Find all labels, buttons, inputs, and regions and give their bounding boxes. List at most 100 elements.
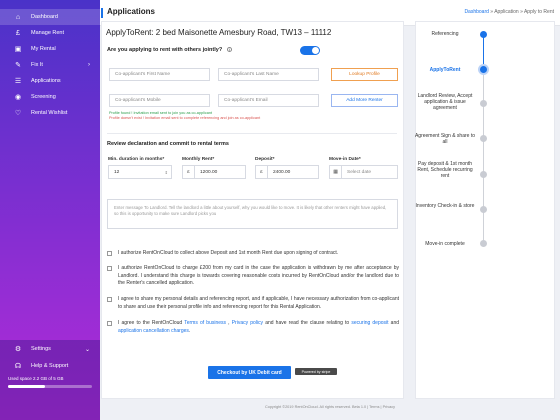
property-title: ApplyToRent: 2 bed Maisonette Amesbury R…: [106, 28, 332, 37]
sidebar-item-applications[interactable]: ☰ Applications: [0, 73, 100, 89]
profile-found-note: Profile found ! Invitation email sent to…: [109, 111, 212, 115]
required-asterisk: *: [272, 157, 275, 162]
stepper-arrows-icon[interactable]: ⇕: [165, 170, 168, 175]
powered-by-stripe-badge: Powered by stripe: [295, 368, 337, 375]
timeline-step-landlord-review: Landlord Review, Accept application & is…: [417, 93, 473, 111]
timeline-dot-move-in: [480, 240, 487, 247]
move-in-date-label-text: Move-in Date: [329, 157, 359, 162]
breadcrumb-current: Apply to Rent: [523, 9, 554, 15]
declaration-cancellation-checkbox[interactable]: [107, 266, 112, 271]
currency-prefix: £: [183, 166, 195, 178]
timeline-dot-pay-deposit: [480, 171, 487, 178]
securing-deposit-link[interactable]: securing deposit: [351, 320, 388, 326]
checkout-debit-card-button[interactable]: Checkout by UK Debit card: [208, 366, 291, 379]
joint-application-toggle[interactable]: [300, 46, 320, 55]
move-in-date-input[interactable]: ▦ Select date: [329, 165, 398, 179]
required-asterisk: *: [162, 157, 165, 162]
min-duration-input[interactable]: 12 ⇕: [108, 165, 172, 179]
sidebar-item-label: Fix It: [31, 62, 43, 68]
joint-application-question: Are you applying to rent with others joi…: [107, 47, 232, 53]
sidebar-item-my-rental[interactable]: ▣ My Rental: [0, 41, 100, 57]
required-asterisk: *: [358, 157, 361, 162]
sidebar-item-label: Manage Rent: [31, 30, 65, 36]
move-in-date-placeholder: Select date: [347, 169, 372, 175]
info-icon[interactable]: i: [226, 47, 232, 53]
privacy-policy-link[interactable]: Privacy policy: [232, 320, 263, 326]
sidebar-item-help[interactable]: ☊ Help & Support: [0, 358, 100, 374]
timeline-dot-agreement-sign: [480, 135, 487, 142]
house-icon: ▣: [14, 45, 22, 53]
sidebar-item-manage-rent[interactable]: £ Manage Rent: [0, 25, 100, 41]
screening-icon: ◉: [14, 93, 22, 101]
breadcrumb-dashboard[interactable]: Dashboard: [464, 9, 488, 15]
gear-icon: ⚙: [14, 345, 22, 353]
sidebar-item-rental-wishlist[interactable]: ♡ Rental Wishlist: [0, 105, 100, 121]
cancellation-charges-link[interactable]: application cancellation charges: [118, 328, 189, 334]
timeline-step-pay-deposit: Pay deposit & 1st month Rent, Schedule r…: [417, 161, 473, 179]
sidebar-item-label: My Rental: [31, 46, 56, 52]
lookup-profile-button[interactable]: Lookup Profile: [331, 68, 398, 81]
sidebar-item-settings[interactable]: ⚙ Settings ⌄: [0, 341, 100, 357]
coapplicant-mobile-input[interactable]: Co-applicant's Mobile: [109, 94, 210, 107]
terms-text: and have read the clause relating to: [263, 320, 352, 326]
declaration-share-text: I agree to share my personal details and…: [118, 296, 399, 310]
sidebar-item-label: Dashboard: [31, 14, 58, 20]
sidebar-item-label: Rental Wishlist: [31, 110, 68, 116]
calendar-icon[interactable]: ▦: [330, 166, 342, 178]
pound-icon: £: [16, 29, 20, 37]
min-duration-label: Min. duration in months*: [108, 157, 164, 162]
sidebar-item-screening[interactable]: ◉ Screening: [0, 89, 100, 105]
copyright-footer: Copyright ©2019 RentOnCloud. All rights …: [264, 405, 396, 409]
terms-text: I agree to the RentOnCloud: [118, 320, 185, 326]
add-more-renter-button[interactable]: Add More Renter: [331, 94, 398, 107]
message-to-landlord-textarea[interactable]: Enter message To Landlord. Tell the land…: [107, 199, 398, 229]
coapplicant-email-input[interactable]: Co-applicant's Email: [218, 94, 319, 107]
deposit-label: Deposit*: [255, 157, 274, 162]
move-in-date-label: Move-in Date*: [329, 157, 361, 162]
breadcrumb-application[interactable]: Application: [494, 9, 518, 15]
timeline-dot-referencing: [480, 31, 487, 38]
sidebar-item-label: Settings: [31, 346, 51, 352]
sidebar-item-label: Screening: [31, 94, 56, 100]
min-duration-label-text: Min. duration in months: [108, 157, 163, 162]
timeline-step-referencing: Referencing: [431, 31, 459, 37]
coapplicant-last-name-input[interactable]: Co-applicant's Last Name: [218, 68, 319, 81]
breadcrumb-separator: »: [520, 9, 523, 15]
terms-text: and: [388, 320, 400, 326]
declaration-deposit-checkbox[interactable]: [107, 251, 112, 256]
profile-not-found-note: Profile doesn't exist ! Invitation email…: [109, 116, 261, 120]
monthly-rent-input[interactable]: £ 1200.00: [182, 165, 246, 179]
declaration-share-checkbox[interactable]: [107, 297, 112, 302]
monthly-rent-value: 1200.00: [200, 169, 218, 175]
monthly-rent-label-text: Monthly Rent: [182, 157, 213, 162]
declaration-terms-text: I agree to the RentOnCloud Terms of busi…: [118, 320, 399, 335]
timeline-dot-inventory: [480, 206, 487, 213]
section-divider: [107, 133, 397, 134]
declaration-terms-checkbox[interactable]: [107, 321, 112, 326]
timeline-dot-applytorent: [480, 66, 487, 73]
chevron-down-icon: ⌄: [84, 346, 90, 353]
terms-text: .: [188, 327, 191, 334]
breadcrumb-separator: »: [490, 9, 494, 15]
declaration-section-title: Review declaration and commit to rental …: [107, 141, 229, 147]
wrench-icon: ✎: [15, 61, 21, 69]
chevron-right-icon: ›: [88, 62, 90, 68]
sidebar-item-label: Applications: [31, 78, 61, 84]
storage-quota-text: Used space 2.2 GB of 5 GB: [8, 376, 64, 381]
header-accent-bar: [101, 8, 103, 18]
headset-icon: ☊: [14, 362, 22, 370]
sidebar-item-fix-it[interactable]: ✎ Fix It ›: [0, 57, 100, 73]
timeline-step-agreement-sign: Agreement Sign & share to all: [414, 133, 476, 145]
timeline-step-inventory: Inventory Check-in & store: [415, 203, 475, 209]
coapplicant-first-name-input[interactable]: Co-applicant's First Name: [109, 68, 210, 81]
required-asterisk: *: [212, 157, 215, 162]
sidebar-item-dashboard[interactable]: ⌂ Dashboard: [0, 9, 100, 25]
min-duration-value: 12: [114, 169, 120, 175]
storage-quota-bar: [8, 385, 92, 388]
deposit-value: 2400.00: [273, 169, 291, 175]
deposit-input[interactable]: £ 2400.00: [255, 165, 319, 179]
currency-prefix: £: [256, 166, 268, 178]
storage-quota-fill: [8, 385, 45, 388]
home-icon: ⌂: [15, 13, 21, 21]
terms-of-business-link[interactable]: Terms of business: [184, 320, 226, 326]
